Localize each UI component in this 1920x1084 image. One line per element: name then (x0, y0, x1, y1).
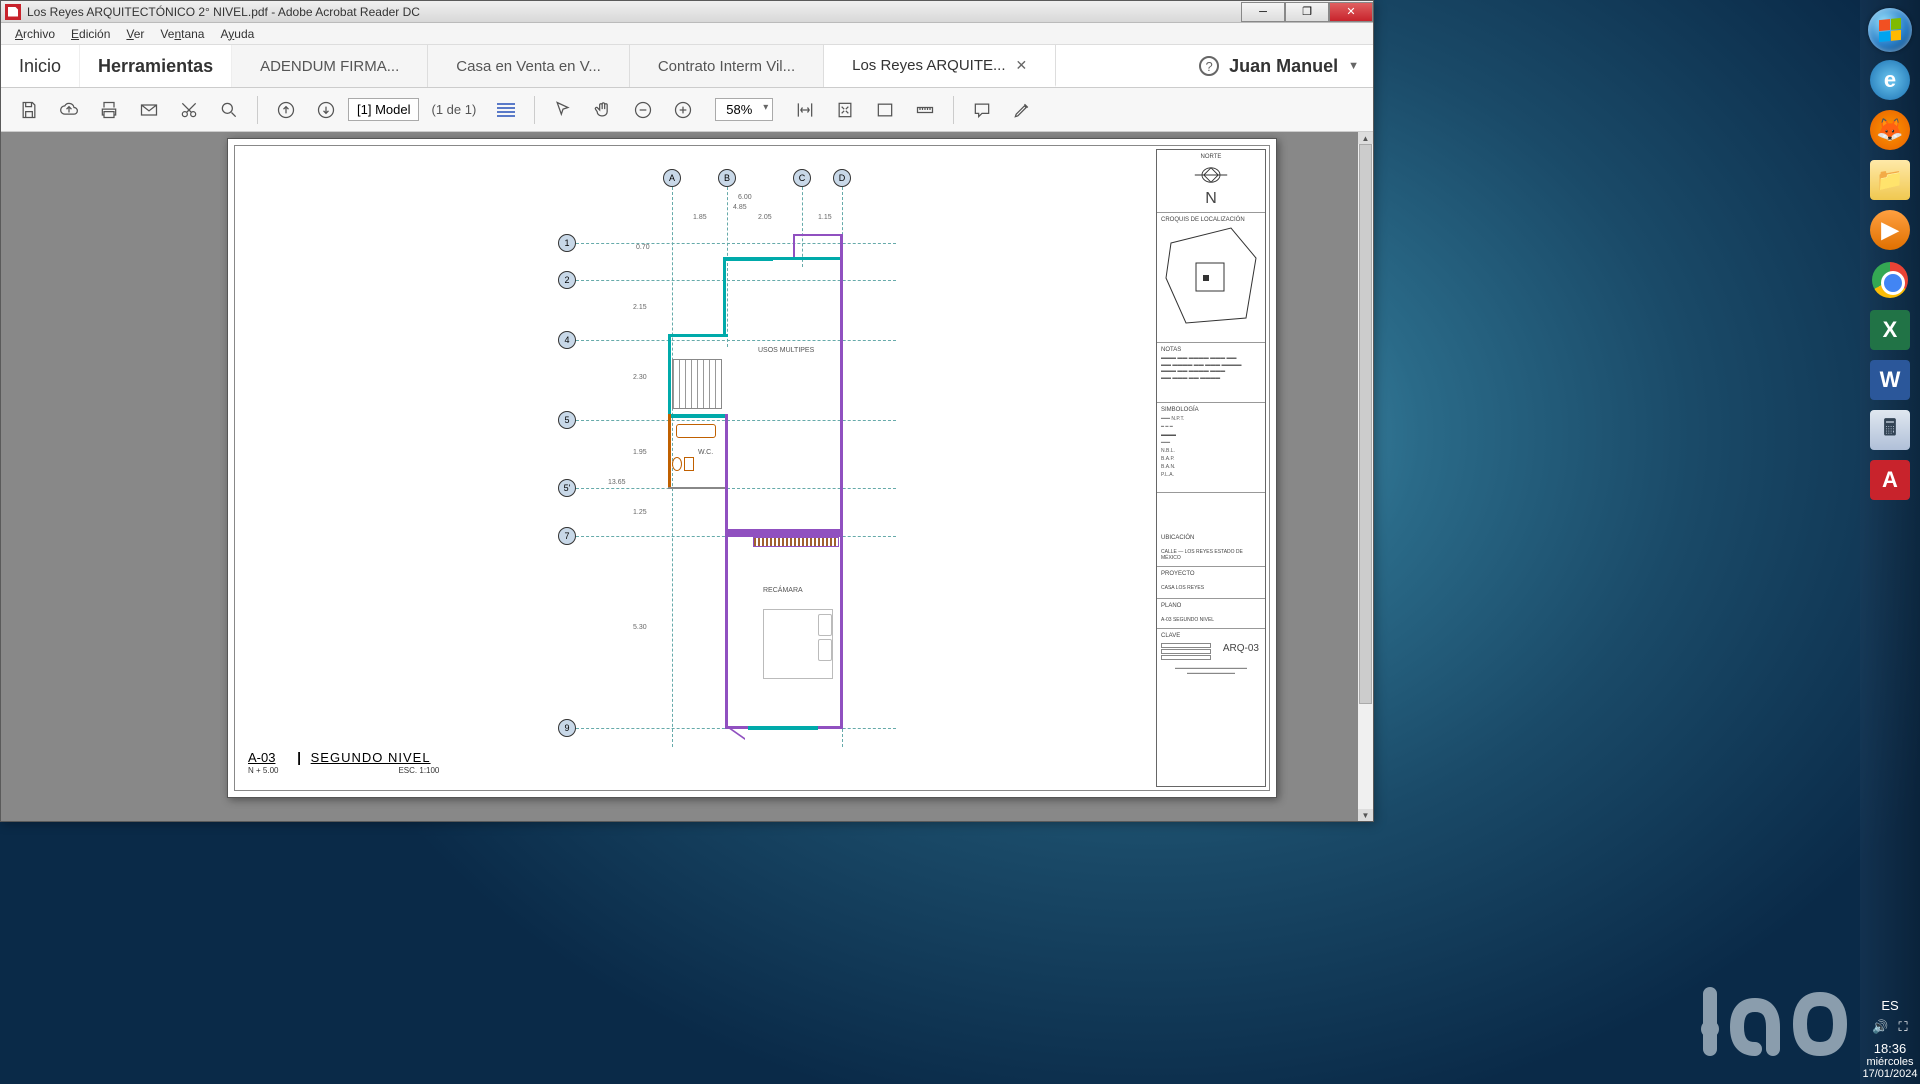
tab-bar: Inicio Herramientas ADENDUM FIRMA... Cas… (1, 45, 1373, 88)
next-page-icon[interactable] (308, 92, 344, 128)
doc-tab-3[interactable]: Los Reyes ARQUITE...✕ (824, 45, 1056, 87)
grid-row-1: 1 (558, 234, 576, 252)
menu-ventana[interactable]: Ventana (152, 25, 212, 43)
measure-icon[interactable] (907, 92, 943, 128)
help-icon[interactable]: ? (1199, 56, 1219, 76)
mail-icon[interactable] (131, 92, 167, 128)
close-tab-icon[interactable]: ✕ (1016, 57, 1028, 74)
room-usos-multiples: USOS MULTIPES (758, 347, 814, 354)
document-viewport: ▶ ◀ NORTE N CROQUIS DE LOCALIZACIÓN (1, 132, 1373, 821)
search-icon[interactable] (211, 92, 247, 128)
zoom-select[interactable]: 58% (715, 98, 773, 121)
fit-page-icon[interactable] (827, 92, 863, 128)
scroll-thumb[interactable] (1359, 144, 1372, 704)
fit-width-icon[interactable] (787, 92, 823, 128)
window-title: Los Reyes ARQUITECTÓNICO 2° NIVEL.pdf - … (27, 5, 420, 19)
media-player-icon[interactable]: ▶ (1864, 206, 1916, 254)
print-icon[interactable] (91, 92, 127, 128)
clock-day: miércoles (1862, 1056, 1918, 1068)
save-icon[interactable] (11, 92, 47, 128)
doc-tab-0[interactable]: ADENDUM FIRMA... (232, 45, 428, 87)
doc-tab-1[interactable]: Casa en Venta en V... (428, 45, 630, 87)
user-name[interactable]: Juan Manuel (1229, 56, 1338, 77)
start-button[interactable] (1863, 6, 1917, 54)
acrobat-icon (5, 4, 21, 20)
cloud-upload-icon[interactable] (51, 92, 87, 128)
tab-inicio[interactable]: Inicio (1, 45, 80, 87)
menu-archivo[interactable]: Archivo (7, 25, 63, 43)
zoom-out-icon[interactable] (625, 92, 661, 128)
comment-icon[interactable] (964, 92, 1000, 128)
calculator-icon[interactable]: 🖩 (1864, 406, 1916, 454)
acrobat-taskbar-icon[interactable]: A (1864, 456, 1916, 504)
prev-page-icon[interactable] (268, 92, 304, 128)
clock-time[interactable]: 18:36 (1862, 1041, 1918, 1056)
fullscreen-icon[interactable] (867, 92, 903, 128)
vertical-scrollbar[interactable]: ▲ ▼ (1358, 132, 1373, 821)
scroll-down-icon[interactable]: ▼ (1358, 809, 1373, 821)
network-icon[interactable]: ⛶ (1899, 1019, 1908, 1035)
doc-tab-2[interactable]: Contrato Interm Vil... (630, 45, 824, 87)
layers-icon[interactable] (488, 92, 524, 128)
user-dropdown-icon[interactable]: ▼ (1348, 60, 1359, 72)
select-tool-icon[interactable] (545, 92, 581, 128)
layer-select[interactable]: [1] Model (348, 98, 419, 121)
minimize-button[interactable]: ─ (1241, 2, 1285, 22)
zoom-in-icon[interactable] (665, 92, 701, 128)
highlight-icon[interactable] (1004, 92, 1040, 128)
menu-ver[interactable]: Ver (118, 25, 152, 43)
pdf-page[interactable]: NORTE N CROQUIS DE LOCALIZACIÓN NOTAS ▬▬… (227, 138, 1277, 798)
sheet-title: A-03 | SEGUNDO NIVEL N + 5.00ESC. 1:100 (248, 749, 439, 775)
title-bar: Los Reyes ARQUITECTÓNICO 2° NIVEL.pdf - … (1, 1, 1373, 23)
watermark-iad (1680, 954, 1860, 1064)
language-indicator[interactable]: ES (1862, 998, 1918, 1013)
room-recamara: RECÁMARA (763, 587, 803, 594)
menu-edicion[interactable]: Edición (63, 25, 118, 43)
room-wc: W.C. (698, 449, 713, 456)
icon-toolbar: [1] Model (1 de 1) 58% (1, 88, 1373, 132)
menu-bar: Archivo Edición Ver Ventana Ayuda (1, 23, 1373, 45)
ie-icon[interactable]: e (1864, 56, 1916, 104)
explorer-icon[interactable]: 📁 (1864, 156, 1916, 204)
volume-icon[interactable]: 🔊 (1872, 1019, 1888, 1035)
tab-herramientas[interactable]: Herramientas (80, 45, 232, 87)
scroll-up-icon[interactable]: ▲ (1358, 132, 1373, 144)
taskbar-dock: e 🦊 📁 ▶ X W 🖩 A (1860, 0, 1920, 1084)
floor-plan-drawing: A B C D 1 2 4 5 5' 7 9 (228, 139, 1276, 797)
menu-ayuda[interactable]: Ayuda (212, 25, 262, 43)
app-window: Los Reyes ARQUITECTÓNICO 2° NIVEL.pdf - … (0, 0, 1374, 822)
hand-tool-icon[interactable] (585, 92, 621, 128)
word-icon[interactable]: W (1864, 356, 1916, 404)
excel-icon[interactable]: X (1864, 306, 1916, 354)
system-tray[interactable]: ES 🔊 ⛶ 18:36 miércoles 17/01/2024 (1860, 994, 1920, 1084)
firefox-icon[interactable]: 🦊 (1864, 106, 1916, 154)
clock-date: 17/01/2024 (1862, 1068, 1918, 1080)
close-button[interactable]: ✕ (1329, 2, 1373, 22)
page-count: (1 de 1) (431, 102, 476, 117)
chrome-icon[interactable] (1864, 256, 1916, 304)
grid-col-A: A (663, 169, 681, 187)
cut-icon[interactable] (171, 92, 207, 128)
maximize-button[interactable]: ❐ (1285, 2, 1329, 22)
